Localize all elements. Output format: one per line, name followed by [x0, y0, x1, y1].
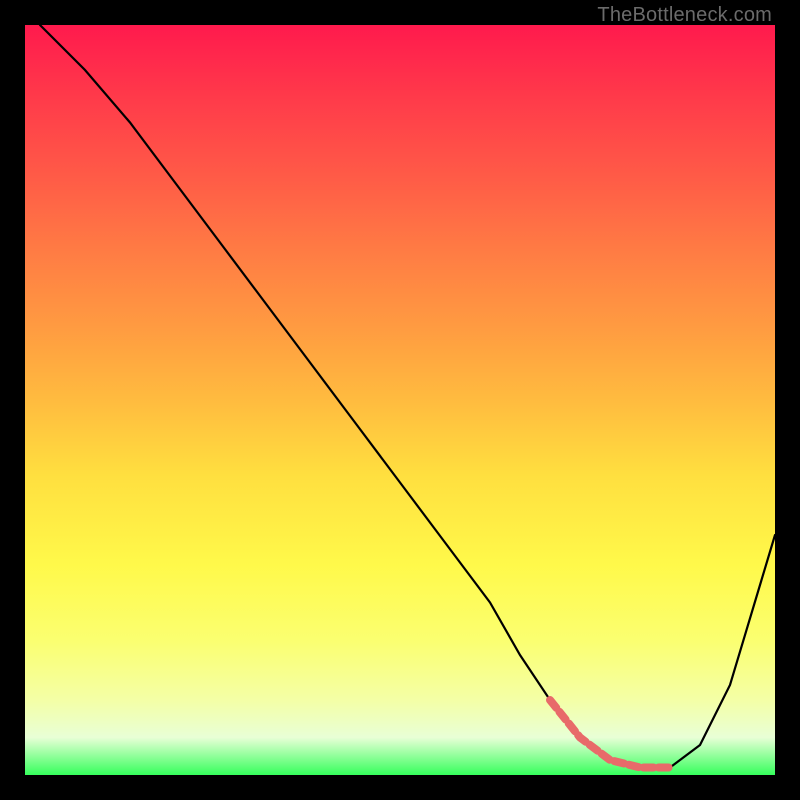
curve-highlight-valley	[550, 700, 670, 768]
chart-svg	[25, 25, 775, 775]
bottleneck-curve	[40, 25, 775, 768]
watermark-text: TheBottleneck.com	[597, 4, 772, 27]
